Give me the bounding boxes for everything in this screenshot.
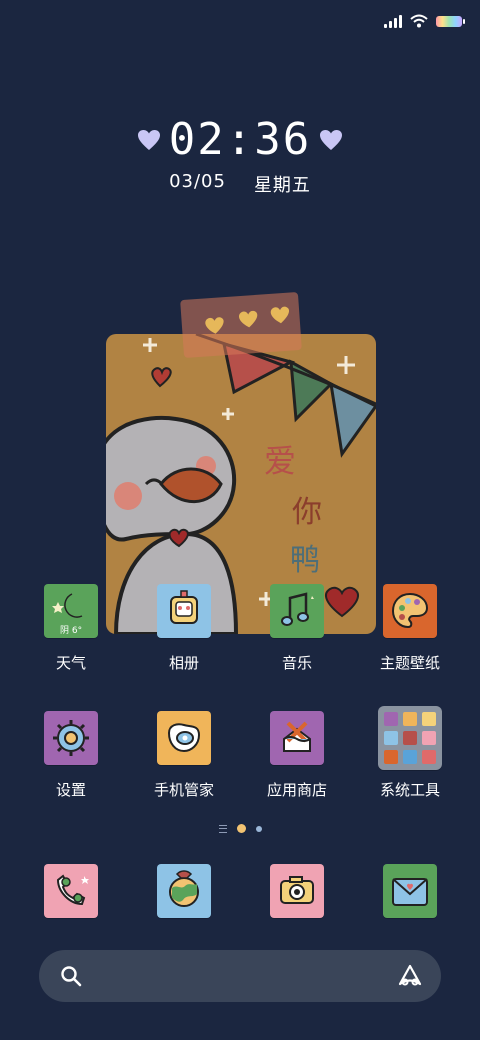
menu-lines-icon <box>218 824 227 833</box>
app-themes[interactable]: 主题壁纸 <box>355 584 465 673</box>
app-label: 相册 <box>168 654 199 672</box>
page-dot-active <box>236 824 246 833</box>
widget-text-ni: 你 <box>292 495 322 530</box>
clock-widget[interactable]: 02:36 03/05 星期五 <box>0 114 480 197</box>
page-dot <box>255 825 262 832</box>
heart-icon <box>137 129 160 150</box>
status-bar <box>384 12 465 30</box>
browser-icon <box>157 864 211 918</box>
app-label: 设置 <box>55 781 86 799</box>
dock-browser[interactable] <box>129 864 239 918</box>
page-indicator[interactable] <box>0 824 480 833</box>
app-weather[interactable]: 阴 6° 天气 <box>16 584 126 673</box>
message-icon <box>383 864 437 918</box>
clock-time: 02:36 <box>168 114 312 165</box>
app-label: 系统工具 <box>379 781 440 799</box>
clock-weekday: 星期五 <box>253 175 311 196</box>
app-label: 手机管家 <box>153 781 214 799</box>
folder-icon <box>378 706 442 770</box>
search-bar[interactable] <box>39 950 441 1002</box>
signal-icon <box>384 14 402 28</box>
app-store[interactable]: 应用商店 <box>242 711 352 800</box>
search-icon[interactable] <box>59 964 83 988</box>
weather-icon: 阴 6° <box>44 584 98 638</box>
app-gallery[interactable]: 相册 <box>129 584 239 673</box>
phone-icon <box>44 864 98 918</box>
app-label: 主题壁纸 <box>379 654 440 672</box>
widget-text-ya: 鸭 <box>290 543 320 578</box>
photo-frame-icon <box>157 584 211 638</box>
widget-text-ai: 爱 <box>264 442 296 480</box>
heart-icon <box>320 129 343 150</box>
app-settings[interactable]: 设置 <box>16 711 126 800</box>
clock-date: 03/05 <box>169 171 226 192</box>
dock-messages[interactable] <box>355 864 465 918</box>
weather-temp: 阴 6° <box>60 625 82 636</box>
app-label: 天气 <box>55 654 86 672</box>
app-phone-manager[interactable]: 手机管家 <box>129 711 239 800</box>
widget-tape <box>180 291 302 359</box>
music-note-icon <box>270 584 324 638</box>
wifi-icon <box>410 14 428 28</box>
store-icon <box>270 711 324 765</box>
assistant-icon[interactable] <box>397 963 423 989</box>
battery-icon <box>436 15 465 27</box>
palette-icon <box>383 584 437 638</box>
gear-icon <box>44 711 98 765</box>
camera-icon <box>270 864 324 918</box>
app-label: 音乐 <box>281 654 312 672</box>
dock-phone[interactable] <box>16 864 126 918</box>
app-folder-system-tools[interactable]: 系统工具 <box>355 706 465 800</box>
app-music[interactable]: 音乐 <box>242 584 352 673</box>
dock-camera[interactable] <box>242 864 352 918</box>
app-label: 应用商店 <box>266 781 327 799</box>
shield-icon <box>157 711 211 765</box>
